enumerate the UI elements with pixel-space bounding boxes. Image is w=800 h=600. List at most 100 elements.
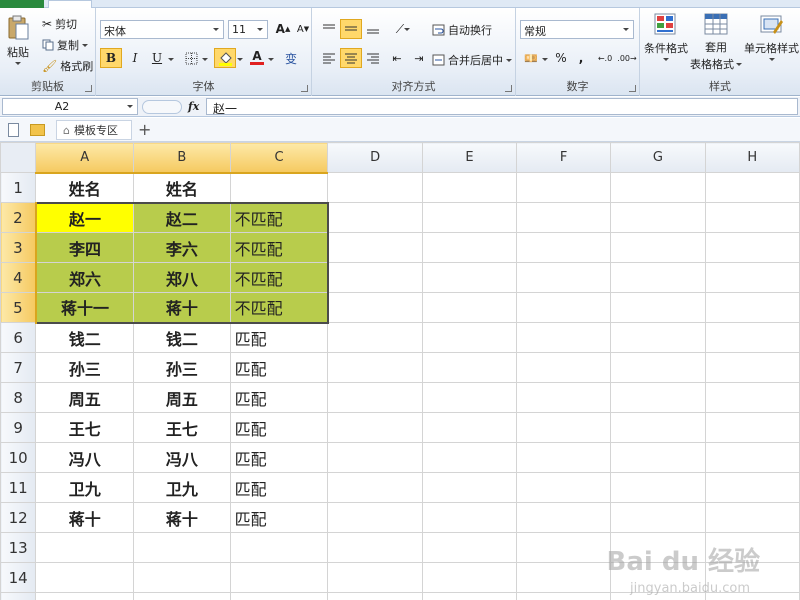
underline-dropdown-icon[interactable]: [168, 58, 174, 61]
cell-e6[interactable]: [421, 322, 518, 353]
grow-font-button[interactable]: A ▲: [272, 19, 294, 39]
column-header-e[interactable]: E: [421, 142, 518, 173]
column-header-c[interactable]: C: [229, 142, 329, 174]
cell-g1[interactable]: [610, 172, 706, 203]
cell-a6[interactable]: 钱二: [35, 322, 135, 353]
orientation-button[interactable]: ⟋: [392, 19, 414, 39]
cell-d4[interactable]: [327, 262, 423, 293]
paste-button[interactable]: 粘贴: [6, 14, 30, 65]
row-header[interactable]: 12: [0, 502, 37, 533]
decrease-decimal-button[interactable]: .00→: [616, 48, 638, 68]
cell-c12[interactable]: 匹配: [229, 502, 329, 533]
row-header[interactable]: 15: [0, 592, 37, 600]
cell-c8[interactable]: 匹配: [229, 382, 329, 413]
cell-b3[interactable]: 李六: [133, 232, 231, 263]
cell-b6[interactable]: 钱二: [133, 322, 231, 353]
cell-g8[interactable]: [610, 382, 706, 413]
cell-b13[interactable]: [133, 532, 231, 563]
column-header-f[interactable]: F: [516, 142, 612, 173]
cell-h3[interactable]: [704, 232, 800, 263]
cell-a14[interactable]: [35, 562, 135, 593]
cell-b1[interactable]: 姓名: [133, 172, 231, 203]
align-bottom-button[interactable]: [362, 19, 384, 39]
cell-d14[interactable]: [327, 562, 423, 593]
row-header[interactable]: 11: [0, 472, 37, 503]
cell-f7[interactable]: [516, 352, 612, 383]
cell-d13[interactable]: [327, 532, 423, 563]
cell-b10[interactable]: 冯八: [133, 442, 231, 473]
cell-b14[interactable]: [133, 562, 231, 593]
alignment-launcher-icon[interactable]: [505, 85, 512, 92]
cell-d9[interactable]: [327, 412, 423, 443]
cell-f1[interactable]: [516, 172, 612, 203]
align-top-button[interactable]: [318, 19, 340, 39]
cell-g7[interactable]: [610, 352, 706, 383]
cell-c9[interactable]: 匹配: [229, 412, 329, 443]
fill-color-dropdown-icon[interactable]: [237, 58, 243, 61]
cell-g11[interactable]: [610, 472, 706, 503]
cell-c13[interactable]: [229, 532, 329, 563]
cell-e4[interactable]: [421, 262, 518, 293]
cell-e2[interactable]: [421, 202, 518, 233]
align-center-button[interactable]: [340, 48, 362, 68]
shrink-font-button[interactable]: A ▼: [292, 19, 314, 39]
cell-c2[interactable]: 不匹配: [229, 201, 329, 233]
formula-input[interactable]: 赵一: [206, 98, 798, 116]
cell-b11[interactable]: 卫九: [133, 472, 231, 503]
clipboard-launcher-icon[interactable]: [85, 85, 92, 92]
row-header[interactable]: 14: [0, 562, 37, 593]
row-header[interactable]: 2: [0, 202, 37, 233]
open-folder-icon[interactable]: [30, 124, 45, 136]
comma-style-button[interactable]: ,: [570, 48, 592, 68]
cell-c10[interactable]: 匹配: [229, 442, 329, 473]
decrease-indent-button[interactable]: ⇤: [386, 48, 408, 68]
font-launcher-icon[interactable]: [301, 85, 308, 92]
cell-b5[interactable]: 蒋十: [133, 292, 231, 324]
name-box[interactable]: A2: [2, 98, 138, 115]
cell-g3[interactable]: [610, 232, 706, 263]
cell-f4[interactable]: [516, 262, 612, 293]
add-tab-button[interactable]: +: [138, 120, 151, 139]
cell-g9[interactable]: [610, 412, 706, 443]
insert-function-icon[interactable]: fx: [188, 100, 199, 113]
cell-d7[interactable]: [327, 352, 423, 383]
cell-h11[interactable]: [704, 472, 800, 503]
cell-a10[interactable]: 冯八: [35, 442, 135, 473]
row-header[interactable]: 3: [0, 232, 37, 263]
cell-g5[interactable]: [610, 292, 706, 323]
row-header[interactable]: 5: [0, 292, 37, 323]
fill-color-button[interactable]: [214, 48, 236, 68]
cell-d1[interactable]: [327, 172, 423, 203]
tab-file[interactable]: [0, 0, 44, 8]
format-painter-button[interactable]: 🖌 格式刷: [42, 58, 93, 74]
cell-b12[interactable]: 蒋十: [133, 502, 231, 533]
cell-f9[interactable]: [516, 412, 612, 443]
cell-d15[interactable]: [327, 592, 423, 600]
cell-f15[interactable]: [516, 592, 612, 600]
row-header[interactable]: 4: [0, 262, 37, 293]
italic-button[interactable]: I: [124, 48, 146, 68]
phonetic-button[interactable]: 变: [280, 48, 302, 68]
cell-h5[interactable]: [704, 292, 800, 323]
merge-center-button[interactable]: 合并后居中: [432, 52, 512, 68]
accounting-dropdown-icon[interactable]: [542, 58, 548, 61]
cell-b4[interactable]: 郑八: [133, 262, 231, 293]
cell-f10[interactable]: [516, 442, 612, 473]
cell-d5[interactable]: [327, 292, 423, 323]
active-cell-a2[interactable]: 赵一: [34, 201, 135, 233]
cell-c15[interactable]: [229, 592, 329, 600]
row-header[interactable]: 8: [0, 382, 37, 413]
increase-decimal-button[interactable]: ←.0: [594, 48, 616, 68]
cell-a5[interactable]: 蒋十一: [34, 292, 135, 324]
borders-dropdown-icon[interactable]: [202, 58, 208, 61]
paste-dropdown-icon[interactable]: [15, 62, 21, 65]
font-name-select[interactable]: 宋体: [100, 20, 224, 39]
font-color-button[interactable]: A: [246, 48, 268, 68]
cell-b9[interactable]: 王七: [133, 412, 231, 443]
cell-f14[interactable]: [516, 562, 612, 593]
cell-g10[interactable]: [610, 442, 706, 473]
cell-f6[interactable]: [516, 322, 612, 353]
cell-h10[interactable]: [704, 442, 800, 473]
cell-f5[interactable]: [516, 292, 612, 323]
copy-button[interactable]: 复制: [42, 37, 88, 53]
